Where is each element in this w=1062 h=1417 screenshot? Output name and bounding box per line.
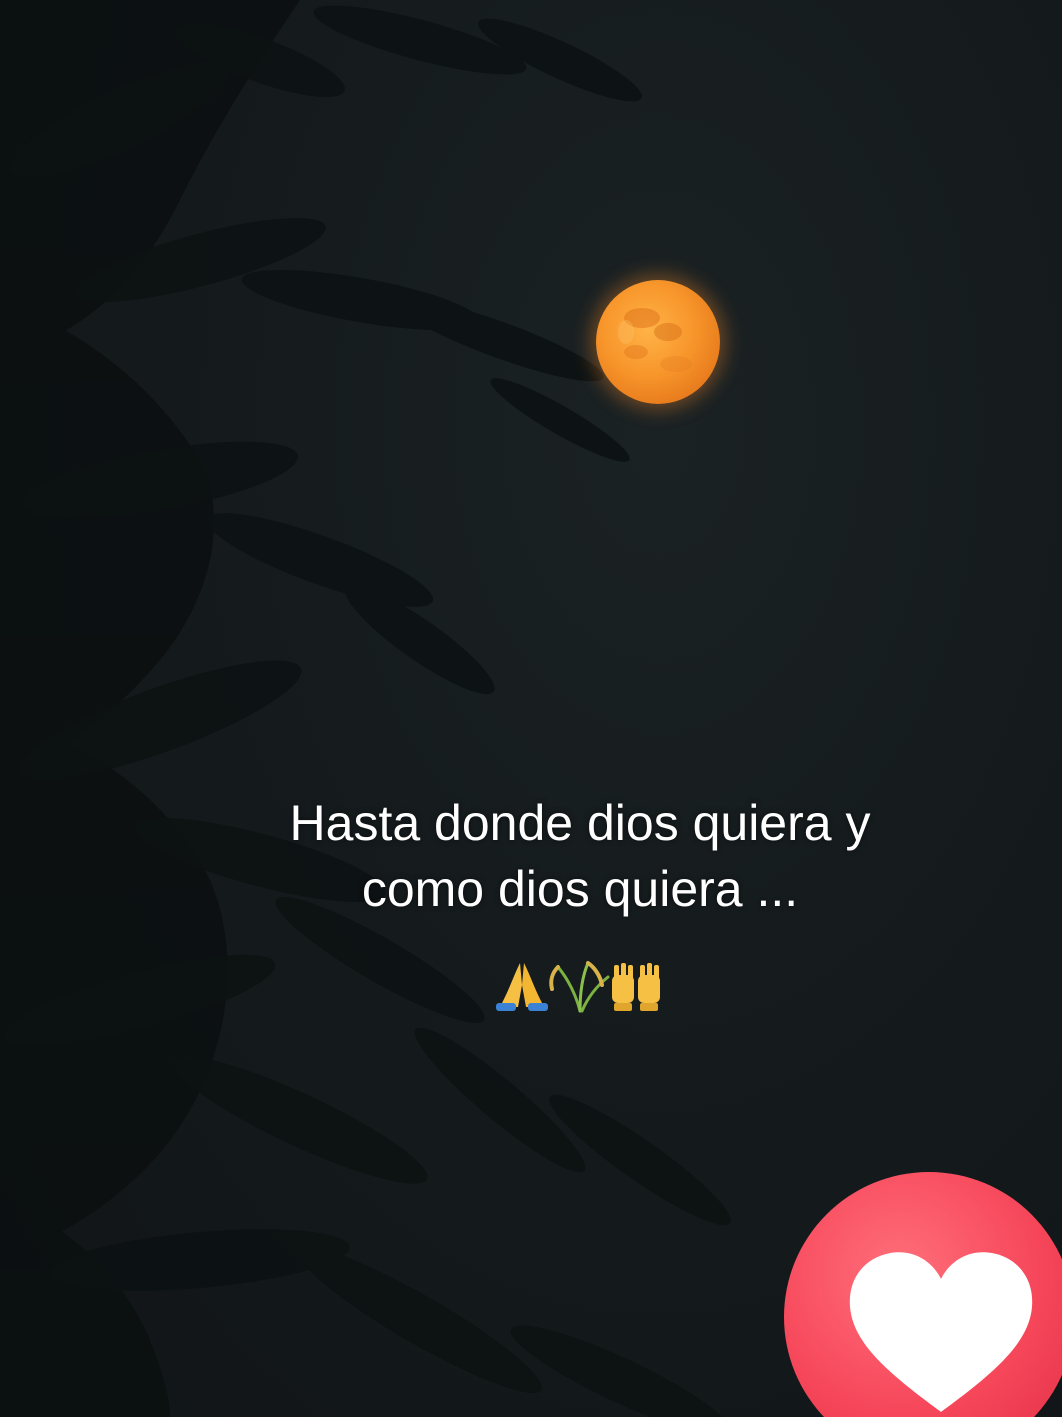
moon-craters xyxy=(618,308,692,372)
caption-line-2: como dios quiera ... xyxy=(361,861,799,917)
praying-hands-icon xyxy=(496,963,548,1011)
heart-icon xyxy=(849,1252,1033,1412)
sheaf-of-rice-icon xyxy=(549,961,610,1013)
video-frame: Hasta donde dios quiera y como dios quie… xyxy=(0,0,1062,1417)
full-moon xyxy=(596,280,720,404)
raising-hands-icon xyxy=(612,963,660,1011)
video-caption: Hasta donde dios quiera y como dios quie… xyxy=(200,790,960,922)
caption-line-1: Hasta donde dios quiera y xyxy=(289,795,871,851)
emoji-row xyxy=(496,961,660,1013)
